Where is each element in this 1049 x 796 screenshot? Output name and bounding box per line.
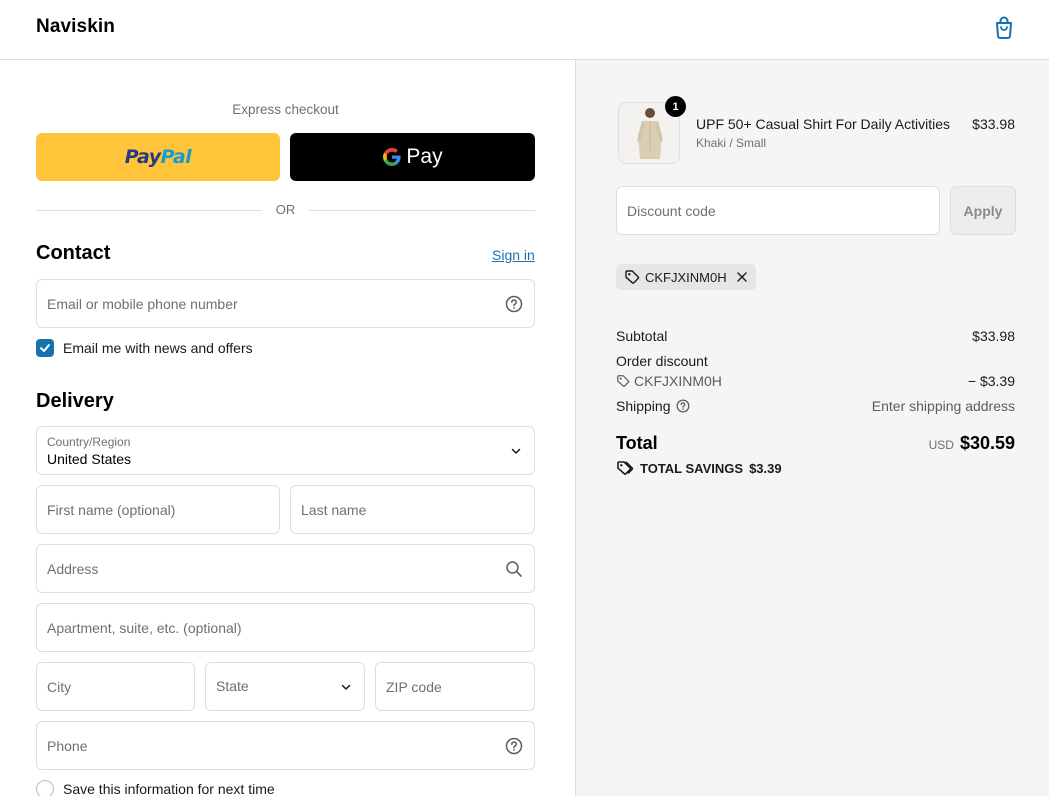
city-field[interactable]: City bbox=[36, 662, 195, 711]
shipping-row: Shipping bbox=[616, 398, 690, 414]
state-select[interactable]: State bbox=[205, 662, 365, 711]
total-savings-row: TOTAL SAVINGS $3.39 bbox=[616, 460, 782, 476]
total-value-row: USD $30.59 bbox=[929, 433, 1015, 454]
shipping-label: Shipping bbox=[616, 398, 671, 414]
or-divider: OR bbox=[36, 202, 535, 218]
total-currency: USD bbox=[928, 438, 954, 452]
email-field[interactable]: Email or mobile phone number bbox=[36, 279, 535, 328]
last-name-field[interactable]: Last name bbox=[290, 485, 535, 534]
last-name-placeholder: Last name bbox=[301, 502, 367, 518]
country-value: United States bbox=[47, 451, 132, 467]
shipping-value: Enter shipping address bbox=[871, 398, 1015, 414]
savings-value: $3.39 bbox=[749, 460, 782, 476]
checkout-form: Express checkout PayPal Pay OR Contact S… bbox=[0, 60, 576, 796]
chevron-down-icon bbox=[511, 448, 521, 454]
state-placeholder: State bbox=[216, 678, 249, 694]
contact-title: Contact bbox=[36, 242, 111, 264]
divider-line bbox=[309, 210, 535, 211]
header: Naviskin bbox=[0, 0, 1049, 60]
product-name: UPF 50+ Casual Shirt For Daily Activitie… bbox=[696, 116, 951, 132]
savings-label: TOTAL SAVINGS bbox=[640, 460, 744, 476]
order-summary: 1 UPF 50+ Casual Shirt For Daily Activit… bbox=[576, 60, 1049, 796]
phone-field[interactable]: Phone bbox=[36, 721, 535, 770]
shopping-bag-icon[interactable] bbox=[991, 14, 1017, 40]
email-placeholder: Email or mobile phone number bbox=[47, 296, 238, 312]
zip-placeholder: ZIP code bbox=[386, 679, 442, 695]
google-g-icon bbox=[383, 148, 402, 166]
express-checkout-label: Express checkout bbox=[232, 102, 339, 117]
check-icon bbox=[40, 344, 50, 352]
paypal-logo-text: Pay bbox=[124, 146, 161, 168]
google-pay-button[interactable]: Pay bbox=[290, 133, 535, 181]
newsletter-checkbox-row[interactable]: Email me with news and offers bbox=[36, 339, 253, 357]
discount-code-input[interactable]: Discount code bbox=[616, 186, 940, 235]
newsletter-checkbox[interactable] bbox=[36, 339, 54, 357]
product-variant: Khaki / Small bbox=[696, 136, 767, 150]
tag-icon bbox=[617, 375, 630, 387]
product-price: $33.98 bbox=[972, 116, 1015, 132]
first-name-field[interactable]: First name (optional) bbox=[36, 485, 280, 534]
brand-logo[interactable]: Naviskin bbox=[36, 16, 115, 38]
paypal-button[interactable]: PayPal bbox=[36, 133, 280, 181]
tag-icon bbox=[617, 461, 634, 475]
discount-code-row: CKFJXINM0H bbox=[616, 373, 722, 389]
discount-code-text: CKFJXINM0H bbox=[634, 373, 722, 389]
help-icon[interactable] bbox=[505, 737, 523, 755]
close-icon[interactable] bbox=[736, 271, 748, 283]
applied-code-text: CKFJXINM0H bbox=[645, 269, 727, 285]
save-info-label: Save this information for next time bbox=[63, 781, 275, 796]
applied-discount-chip: CKFJXINM0H bbox=[616, 264, 756, 290]
apartment-field[interactable]: Apartment, suite, etc. (optional) bbox=[36, 603, 535, 652]
subtotal-value: $33.98 bbox=[972, 328, 1015, 344]
address-field[interactable]: Address bbox=[36, 544, 535, 593]
discount-value: − $3.39 bbox=[967, 373, 1015, 389]
help-icon[interactable] bbox=[676, 399, 690, 413]
address-placeholder: Address bbox=[47, 561, 99, 577]
delivery-title: Delivery bbox=[36, 390, 114, 412]
zip-field[interactable]: ZIP code bbox=[375, 662, 535, 711]
quantity-badge: 1 bbox=[665, 96, 686, 117]
subtotal-label: Subtotal bbox=[616, 328, 668, 344]
save-info-checkbox-row[interactable]: Save this information for next time bbox=[36, 780, 275, 796]
discount-placeholder: Discount code bbox=[627, 203, 716, 219]
google-pay-label: Pay bbox=[406, 145, 443, 168]
apply-discount-button[interactable]: Apply bbox=[950, 186, 1016, 235]
first-name-placeholder: First name (optional) bbox=[47, 502, 176, 518]
phone-placeholder: Phone bbox=[47, 738, 88, 754]
paypal-logo-text-2: Pal bbox=[160, 146, 192, 168]
save-info-checkbox[interactable] bbox=[36, 780, 54, 796]
chevron-down-icon bbox=[341, 684, 351, 690]
tag-icon bbox=[625, 270, 640, 284]
apartment-placeholder: Apartment, suite, etc. (optional) bbox=[47, 620, 242, 636]
country-label: Country/Region bbox=[47, 435, 131, 449]
total-amount: $30.59 bbox=[959, 433, 1015, 453]
order-discount-label: Order discount bbox=[616, 353, 708, 369]
search-icon bbox=[506, 561, 522, 577]
newsletter-label: Email me with news and offers bbox=[63, 340, 253, 356]
total-label: Total bbox=[616, 433, 658, 453]
help-icon[interactable] bbox=[505, 295, 523, 313]
country-select[interactable]: Country/Region United States bbox=[36, 426, 535, 475]
sign-in-link[interactable]: Sign in bbox=[492, 247, 535, 263]
city-placeholder: City bbox=[47, 679, 72, 695]
